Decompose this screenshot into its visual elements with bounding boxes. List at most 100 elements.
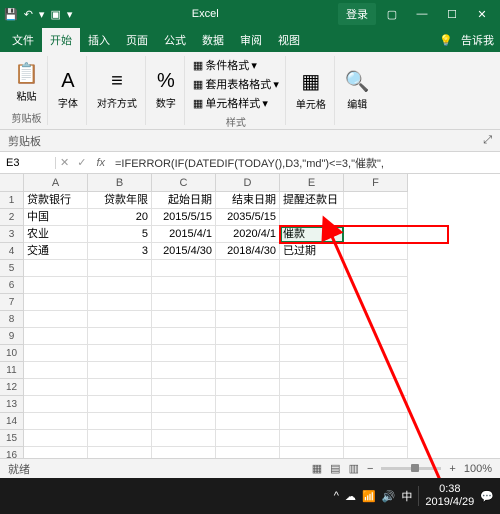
close-button[interactable]: ✕ xyxy=(468,4,496,24)
minimize-button[interactable]: — xyxy=(408,4,436,24)
notif-icon[interactable]: 💬 xyxy=(480,490,494,503)
cell[interactable] xyxy=(280,260,344,277)
cell[interactable] xyxy=(344,192,408,209)
cell[interactable] xyxy=(88,430,152,447)
row-head-9[interactable]: 9 xyxy=(0,328,24,345)
cell[interactable] xyxy=(152,345,216,362)
edit-button[interactable]: 🔍编辑 xyxy=(341,67,374,113)
cell[interactable] xyxy=(24,430,88,447)
cell[interactable]: 催款 xyxy=(280,226,344,243)
cell[interactable] xyxy=(344,413,408,430)
cell[interactable] xyxy=(152,362,216,379)
cell[interactable]: 2020/4/1 xyxy=(216,226,280,243)
cell[interactable] xyxy=(216,430,280,447)
cell[interactable] xyxy=(24,277,88,294)
tell-me-icon[interactable]: 💡 xyxy=(439,34,453,47)
cell[interactable] xyxy=(344,243,408,260)
cell[interactable] xyxy=(216,396,280,413)
cell[interactable] xyxy=(344,260,408,277)
cell[interactable] xyxy=(88,345,152,362)
tab-data[interactable]: 数据 xyxy=(194,28,232,52)
cell[interactable]: 贷款银行 xyxy=(24,192,88,209)
cell[interactable] xyxy=(152,430,216,447)
cell[interactable]: 结束日期 xyxy=(216,192,280,209)
ribbon-options-icon[interactable]: ▢ xyxy=(378,4,406,24)
cell[interactable] xyxy=(280,277,344,294)
cell[interactable]: 2015/4/1 xyxy=(152,226,216,243)
row-head-16[interactable]: 16 xyxy=(0,447,24,458)
row-head-13[interactable]: 13 xyxy=(0,396,24,413)
cell[interactable] xyxy=(88,396,152,413)
zoom-out-icon[interactable]: − xyxy=(367,463,373,475)
fx-icon[interactable]: fx xyxy=(90,157,111,169)
cell[interactable] xyxy=(88,277,152,294)
cell[interactable] xyxy=(24,328,88,345)
tab-formulas[interactable]: 公式 xyxy=(156,28,194,52)
tray-volume-icon[interactable]: 🔊 xyxy=(382,490,396,503)
cell[interactable] xyxy=(24,294,88,311)
row-head-11[interactable]: 11 xyxy=(0,362,24,379)
row-head-14[interactable]: 14 xyxy=(0,413,24,430)
cell[interactable] xyxy=(152,328,216,345)
cell[interactable] xyxy=(344,379,408,396)
cell[interactable] xyxy=(152,311,216,328)
tab-insert[interactable]: 插入 xyxy=(80,28,118,52)
cond-format-button[interactable]: ▦条件格式▾ xyxy=(191,56,281,74)
cell[interactable] xyxy=(88,328,152,345)
cell[interactable] xyxy=(280,447,344,458)
row-head-2[interactable]: 2 xyxy=(0,209,24,226)
paste-button[interactable]: 📋 粘贴 xyxy=(10,59,43,105)
zoom-slider[interactable] xyxy=(381,467,441,470)
row-head-4[interactable]: 4 xyxy=(0,243,24,260)
tab-layout[interactable]: 页面 xyxy=(118,28,156,52)
zoom-level[interactable]: 100% xyxy=(464,463,492,475)
tray-ime-icon[interactable]: 中 xyxy=(401,488,412,504)
cell[interactable] xyxy=(344,362,408,379)
cell[interactable] xyxy=(88,294,152,311)
cell[interactable]: 5 xyxy=(88,226,152,243)
camera-icon[interactable]: ▣ xyxy=(50,8,60,21)
cell[interactable] xyxy=(344,345,408,362)
row-head-3[interactable]: 3 xyxy=(0,226,24,243)
cell[interactable] xyxy=(88,447,152,458)
cell[interactable]: 2018/4/30 xyxy=(216,243,280,260)
cell[interactable] xyxy=(152,447,216,458)
cell[interactable]: 贷款年限 xyxy=(88,192,152,209)
cell[interactable] xyxy=(152,413,216,430)
cell[interactable] xyxy=(88,260,152,277)
cell[interactable]: 农业 xyxy=(24,226,88,243)
tab-review[interactable]: 审阅 xyxy=(232,28,270,52)
formula-input[interactable]: =IFERROR(IF(DATEDIF(TODAY(),D3,"md")<=3,… xyxy=(111,155,500,171)
taskbar-clock[interactable]: 0:38 2019/4/29 xyxy=(425,483,474,509)
cell[interactable] xyxy=(152,379,216,396)
cell[interactable] xyxy=(88,362,152,379)
cell[interactable] xyxy=(280,430,344,447)
tab-file[interactable]: 文件 xyxy=(4,28,42,52)
col-head-E[interactable]: E xyxy=(280,174,344,192)
zoom-in-icon[interactable]: + xyxy=(449,463,455,475)
tray-wifi-icon[interactable]: 📶 xyxy=(362,490,376,503)
cell[interactable] xyxy=(216,328,280,345)
cell[interactable] xyxy=(152,294,216,311)
cell[interactable] xyxy=(24,447,88,458)
cell[interactable] xyxy=(88,413,152,430)
tray-cloud-icon[interactable]: ☁ xyxy=(345,490,356,503)
cell[interactable] xyxy=(280,311,344,328)
cell[interactable] xyxy=(216,294,280,311)
cell[interactable] xyxy=(280,396,344,413)
tab-home[interactable]: 开始 xyxy=(42,28,80,52)
cell[interactable]: 交通 xyxy=(24,243,88,260)
redo-dropdown-icon[interactable]: ▾ xyxy=(39,8,45,21)
cell[interactable]: 起始日期 xyxy=(152,192,216,209)
undo-icon[interactable]: ↶ xyxy=(24,8,33,21)
cell[interactable] xyxy=(344,396,408,413)
cell[interactable] xyxy=(88,311,152,328)
login-button[interactable]: 登录 xyxy=(338,3,376,25)
cell[interactable] xyxy=(280,413,344,430)
cell[interactable]: 提醒还款日 xyxy=(280,192,344,209)
cells-button[interactable]: ▦单元格 xyxy=(292,67,330,113)
cell[interactable] xyxy=(216,311,280,328)
tab-view[interactable]: 视图 xyxy=(270,28,308,52)
cell[interactable] xyxy=(152,260,216,277)
align-button[interactable]: ≡对齐方式 xyxy=(93,68,141,112)
